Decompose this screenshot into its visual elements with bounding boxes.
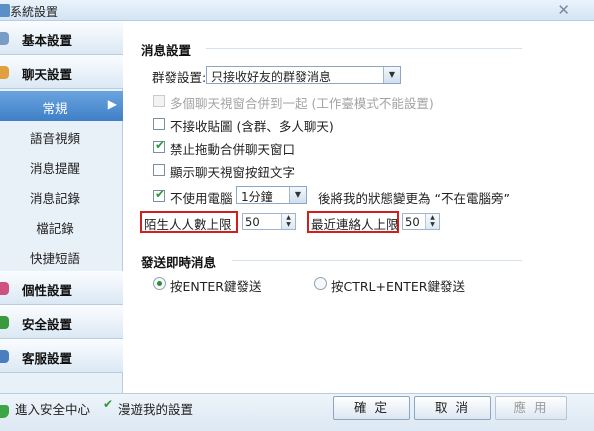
recent-limit-value: 50 [405, 215, 420, 229]
settings-icon [0, 32, 9, 45]
show-button-text-checkbox[interactable] [153, 164, 165, 176]
category-label: 客服設置 [22, 351, 73, 366]
close-icon[interactable]: ✕ [557, 1, 570, 19]
roaming-label: 漫遊我的設置 [118, 402, 194, 417]
cancel-button[interactable]: 取 消 [414, 396, 491, 420]
group-send-label: 群發設置: [152, 70, 207, 85]
category-personal-settings[interactable]: 個性設置 [0, 271, 123, 305]
roaming-checkbox[interactable]: ✔ [102, 397, 114, 413]
section-divider [206, 48, 522, 49]
idle-checkbox[interactable]: ✔ [153, 187, 166, 202]
section-title-message-settings: 消息設置 [141, 43, 192, 58]
title-bar: 系統設置 ✕ [0, 0, 594, 21]
personalize-icon [0, 282, 9, 295]
no-stickers-label: 不接收貼圖 (含群、多人聊天) [170, 119, 334, 134]
send-enter-radio[interactable] [153, 277, 166, 290]
service-icon [0, 350, 9, 363]
chat-icon [0, 66, 9, 79]
checkmark-icon: ✔ [155, 187, 166, 201]
ok-button[interactable]: 確 定 [333, 396, 410, 420]
security-center-link[interactable]: 進入安全中心 [15, 399, 90, 418]
show-button-text-label: 顯示聊天視窗按鈕文字 [170, 165, 296, 180]
category-chat-settings[interactable]: 聊天設置 [0, 55, 123, 89]
shield-icon [0, 316, 9, 329]
send-enter-label: 按ENTER鍵發送 [170, 279, 262, 294]
category-security-settings[interactable]: 安全設置 [0, 305, 123, 339]
category-label: 聊天設置 [22, 67, 73, 82]
sidebar-item-message-alert[interactable]: 消息提醒 [0, 151, 123, 181]
spinner-arrows-icon[interactable]: ▲ ▼ [425, 214, 439, 229]
section-divider [232, 260, 522, 261]
idle-time-value: 1分鐘 [241, 190, 273, 204]
radio-selected-dot [157, 281, 162, 286]
app-icon [0, 4, 10, 17]
recent-limit-label: 最近連絡人上限 [311, 217, 399, 232]
chevron-down-icon[interactable]: ▼ [289, 187, 306, 203]
category-basic-settings[interactable]: 基本設置 [0, 21, 123, 55]
window-title: 系統設置 [10, 5, 59, 19]
sidebar-item-message-history[interactable]: 消息記錄 [0, 181, 123, 211]
idle-time-select[interactable]: 1分鐘 ▼ [236, 186, 307, 204]
no-drag-merge-checkbox[interactable]: ✔ [153, 138, 166, 153]
sidebar-item-general[interactable]: 常規 ▶ [0, 91, 123, 121]
category-service-settings[interactable]: 客服設置 [0, 339, 123, 373]
group-send-select[interactable]: 只接收好友的群發消息 ▼ [206, 66, 401, 84]
category-label: 安全設置 [22, 317, 73, 332]
send-ctrl-enter-label: 按CTRL+ENTER鍵發送 [331, 279, 465, 294]
sidebar-item-label: 快捷短語 [29, 251, 80, 266]
stranger-limit-label: 陌生人人數上限 [144, 217, 232, 232]
stranger-limit-value: 50 [245, 215, 260, 229]
group-send-value: 只接收好友的群發消息 [211, 70, 332, 84]
sidebar-item-label: 消息提醒 [29, 161, 80, 176]
recent-limit-spinner[interactable]: 50 ▲ ▼ [402, 213, 440, 230]
checkmark-icon: ✔ [103, 397, 114, 411]
sidebar-item-label: 語音視頻 [29, 131, 80, 146]
idle-status-text: 後將我的狀態變更為 “不在電腦旁” [318, 191, 510, 206]
section-title-send-settings: 發送即時消息 [141, 255, 217, 270]
sidebar-item-voice-video[interactable]: 語音視頻 [0, 121, 123, 151]
sidebar: 基本設置 聊天設置 常規 ▶ 語音視頻 消息提醒 消息記錄 檔記錄 快捷短語 個… [0, 21, 123, 393]
merge-windows-label: 多個聊天視窗合併到一起 (工作臺模式不能設置) [170, 96, 434, 111]
category-label: 個性設置 [22, 283, 73, 298]
shield-icon [0, 405, 9, 418]
sidebar-item-quick-phrases[interactable]: 快捷短語 [0, 241, 123, 271]
sidebar-item-label: 消息記錄 [29, 191, 80, 206]
category-label: 基本設置 [22, 33, 73, 48]
sidebar-item-label: 檔記錄 [36, 221, 74, 236]
spinner-arrows-icon[interactable]: ▲ ▼ [281, 214, 295, 229]
chevron-down-icon[interactable]: ▼ [383, 67, 400, 83]
no-drag-merge-label: 禁止拖動合併聊天窗口 [170, 142, 296, 157]
checkmark-icon: ✔ [155, 138, 166, 152]
sidebar-item-label: 常規 [42, 101, 68, 116]
chevron-right-icon: ▶ [107, 97, 117, 111]
stranger-limit-spinner[interactable]: 50 ▲ ▼ [242, 213, 296, 230]
no-stickers-checkbox[interactable] [153, 118, 165, 130]
sidebar-item-file-history[interactable]: 檔記錄 [0, 211, 123, 241]
apply-button[interactable]: 應 用 [495, 396, 567, 420]
merge-windows-checkbox[interactable] [153, 95, 165, 107]
send-ctrl-enter-radio[interactable] [314, 277, 327, 290]
idle-label: 不使用電腦 [170, 191, 233, 206]
